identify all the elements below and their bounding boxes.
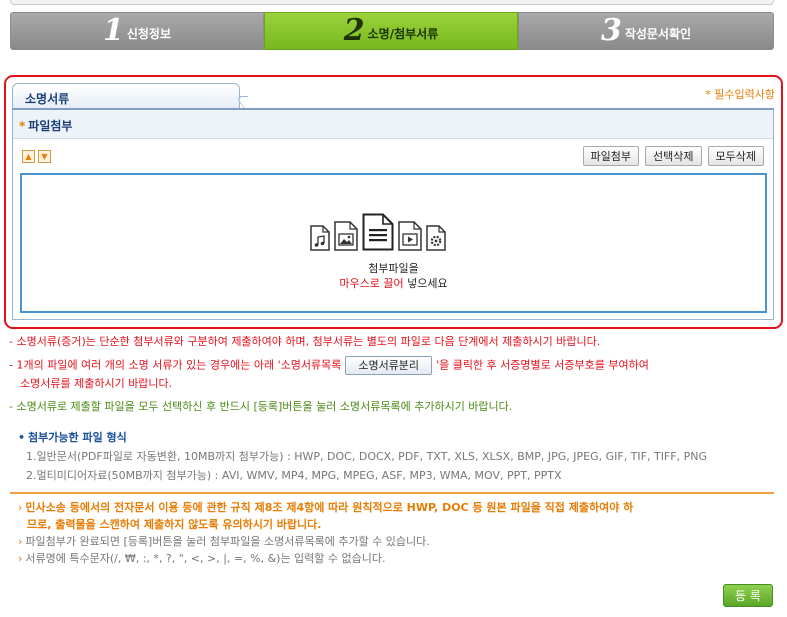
- formats-documents: 1.일반문서(PDF파일로 자동변환, 10MB까지 첨부가능) : HWP, …: [26, 450, 707, 463]
- chevron-right-icon: ›: [18, 552, 23, 565]
- drop-text-drag: 마우스로 끌어: [339, 277, 404, 290]
- step-indicator: 1 신청정보 2 소명/첨부서류 3 작성문서확인: [10, 12, 774, 50]
- video-file-icon: [398, 221, 422, 251]
- image-file-icon: [334, 221, 358, 251]
- top-border: [10, 0, 774, 5]
- warning-1-cont: 므로, 출력물을 스캔하여 제출하지 않도록 유의하시기 바랍니다.: [27, 518, 322, 531]
- attachment-panel: * 파일첨부 ▲ ▼ 파일첨부 선택삭제 모두삭제 첨부파일을 마우스로 끌어 …: [12, 108, 774, 320]
- step-3: 3 작성문서확인: [518, 12, 774, 50]
- file-type-icons: [310, 213, 446, 251]
- chevron-right-icon: ›: [18, 501, 23, 514]
- warning-1: › 민사소송 등에서의 전자문서 이용 등에 관한 규칙 제8조 제4항에 따라 …: [18, 499, 776, 516]
- drop-text-line2: 마우스로 끌어 넣으세요: [22, 276, 765, 291]
- warning-1-text: 민사소송 등에서의 전자문서 이용 등에 관한 규칙 제8조 제4항에 따라 원…: [25, 501, 634, 514]
- move-down-icon[interactable]: ▼: [38, 150, 51, 163]
- register-button[interactable]: 등 록: [723, 584, 773, 607]
- document-file-icon: [362, 213, 394, 251]
- warning-2: › 파일첨부가 완료되면 [등록]버튼을 눌러 첨부파일을 소명서류목록에 추가할…: [18, 533, 776, 550]
- panel-title: 파일첨부: [28, 119, 73, 133]
- allowed-formats: • 첨부가능한 파일 형식 1.일반문서(PDF파일로 자동변환, 10MB까지 …: [18, 428, 778, 485]
- music-file-icon: [310, 225, 330, 251]
- reorder-controls: ▲ ▼: [22, 150, 51, 163]
- step-3-label: 작성문서확인: [624, 27, 692, 41]
- notice-line-2b: '을 클릭한 후 서증명별로 서증부호를 부여하여: [436, 358, 649, 372]
- warning-3-text: 서류명에 특수문자(/, ₩, :, *, ?, ", <, >, |, =, …: [25, 552, 386, 565]
- file-buttons: 파일첨부 선택삭제 모두삭제: [582, 146, 764, 166]
- step-3-number: 3: [600, 13, 622, 48]
- warning-list: › 민사소송 등에서의 전자문서 이용 등에 관한 규칙 제8조 제4항에 따라 …: [18, 499, 776, 567]
- delete-selected-button[interactable]: 선택삭제: [645, 146, 702, 166]
- warning-2-text: 파일첨부가 완료되면 [등록]버튼을 눌러 첨부파일을 소명서류목록에 추가할 …: [25, 535, 430, 548]
- required-note: * 필수입력사항: [705, 88, 775, 101]
- formats-title: • 첨부가능한 파일 형식: [18, 428, 778, 447]
- move-up-icon[interactable]: ▲: [22, 150, 35, 163]
- drop-text-line1: 첨부파일을: [368, 262, 419, 275]
- panel-header: * 파일첨부: [13, 110, 773, 139]
- split-evidence-button[interactable]: 소명서류분리: [345, 356, 433, 375]
- settings-file-icon: [426, 225, 446, 251]
- formats-title-text: 첨부가능한 파일 형식: [28, 431, 127, 444]
- step-1: 1 신청정보: [10, 12, 264, 50]
- notice-line-1: - 소명서류(증거)는 단순한 첨부서류와 구분하여 제출하여야 하며, 첨부서…: [9, 335, 601, 348]
- notice-list: - 소명서류(증거)는 단순한 첨부서류와 구분하여 제출하여야 하며, 첨부서…: [9, 333, 779, 415]
- chevron-right-icon: ›: [18, 535, 23, 548]
- drop-text-rest: 넣으세요: [403, 277, 448, 290]
- section-tab: 소명서류: [12, 83, 240, 108]
- step-2-number: 2: [343, 13, 365, 48]
- warning-3: › 서류명에 특수문자(/, ₩, :, *, ?, ", <, >, |, =,…: [18, 550, 776, 567]
- delete-all-button[interactable]: 모두삭제: [707, 146, 764, 166]
- step-2-active: 2 소명/첨부서류: [264, 12, 518, 50]
- drop-instructions: 첨부파일을 마우스로 끌어 넣으세요: [22, 261, 765, 291]
- bullet-icon: •: [18, 431, 26, 444]
- notice-line-2a: - 1개의 파일에 여러 개의 소명 서류가 있는 경우에는 아래 '소명서류목…: [9, 358, 342, 372]
- notice-line-2: - 1개의 파일에 여러 개의 소명 서류가 있는 경우에는 아래 '소명서류목…: [9, 356, 779, 375]
- step-1-label: 신청정보: [126, 27, 172, 41]
- file-drop-zone[interactable]: 첨부파일을 마우스로 끌어 넣으세요: [20, 173, 767, 313]
- notice-line-3: - 소명서류로 제출할 파일을 모두 선택하신 후 반드시 [등록]버튼을 눌러…: [9, 400, 513, 413]
- formats-multimedia: 2.멀티미디어자료(50MB까지 첨부가능) : AVI, WMV, MP4, …: [26, 469, 562, 482]
- required-star-icon: *: [19, 119, 26, 133]
- step-1-number: 1: [102, 13, 124, 48]
- notice-line-2c: 소명서류를 제출하시기 바랍니다.: [20, 377, 173, 390]
- step-2-label: 소명/첨부서류: [367, 27, 439, 41]
- section-divider: [10, 492, 774, 494]
- attach-file-button[interactable]: 파일첨부: [582, 146, 640, 166]
